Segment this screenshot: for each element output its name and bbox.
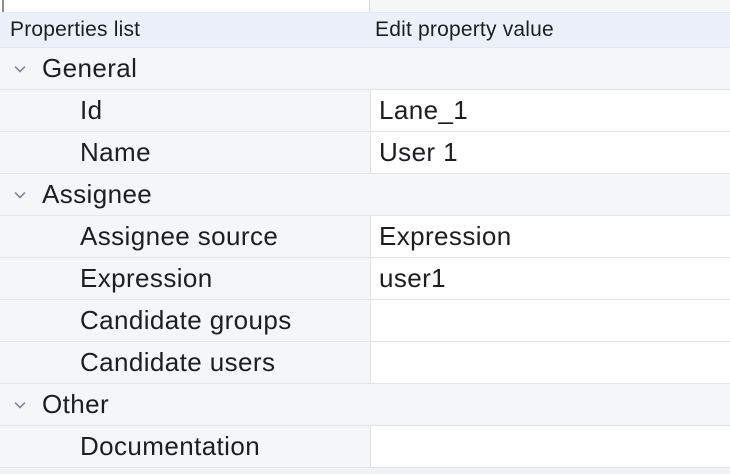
property-value-field[interactable]: Expression (370, 216, 730, 257)
section-header[interactable]: General (0, 48, 730, 89)
chevron-down-icon[interactable] (12, 397, 28, 413)
section-title: General (42, 53, 137, 84)
property-row-name[interactable]: Name User 1 (0, 132, 730, 174)
property-value-field[interactable] (370, 300, 730, 341)
section-row-other[interactable]: Other (0, 384, 730, 426)
section-header[interactable]: Other (0, 384, 730, 425)
property-value-field[interactable]: user1 (370, 258, 730, 299)
properties-list-column-header: Properties list (0, 18, 370, 42)
column-header-row: Properties list Edit property value (0, 12, 730, 48)
section-title: Other (42, 389, 109, 420)
chevron-down-icon[interactable] (12, 187, 28, 203)
property-value-field[interactable]: Lane_1 (370, 90, 730, 131)
cutoff-row-right-cell (370, 0, 730, 12)
property-label[interactable]: Assignee source (0, 216, 370, 257)
property-value-field[interactable]: User 1 (370, 132, 730, 173)
cutoff-row-left-cell (0, 0, 370, 12)
property-label[interactable]: Candidate users (0, 342, 370, 383)
chevron-down-icon[interactable] (12, 61, 28, 77)
property-value-field[interactable] (370, 426, 730, 467)
property-label[interactable]: Documentation (0, 426, 370, 467)
property-row-candidate-groups[interactable]: Candidate groups (0, 300, 730, 342)
property-row-candidate-users[interactable]: Candidate users (0, 342, 730, 384)
property-row-assignee-source[interactable]: Assignee source Expression (0, 216, 730, 258)
section-row-assignee[interactable]: Assignee (0, 174, 730, 216)
properties-tree: General Id Lane_1 Name User 1 Assignee A… (0, 48, 730, 468)
property-label[interactable]: Expression (0, 258, 370, 299)
section-header[interactable]: Assignee (0, 174, 730, 215)
property-label[interactable]: Candidate groups (0, 300, 370, 341)
property-row-documentation[interactable]: Documentation (0, 426, 730, 468)
cutoff-row-strip (0, 0, 730, 12)
section-row-general[interactable]: General (0, 48, 730, 90)
section-title: Assignee (42, 179, 152, 210)
cutoff-bottom-row-strip (0, 468, 730, 474)
property-label[interactable]: Name (0, 132, 370, 173)
edit-property-value-column-header: Edit property value (370, 18, 730, 42)
property-value-field[interactable] (370, 342, 730, 383)
left-edge-artifact-line (2, 0, 4, 12)
properties-panel: Properties list Edit property value Gene… (0, 0, 730, 474)
property-row-expression[interactable]: Expression user1 (0, 258, 730, 300)
property-label[interactable]: Id (0, 90, 370, 131)
property-row-id[interactable]: Id Lane_1 (0, 90, 730, 132)
